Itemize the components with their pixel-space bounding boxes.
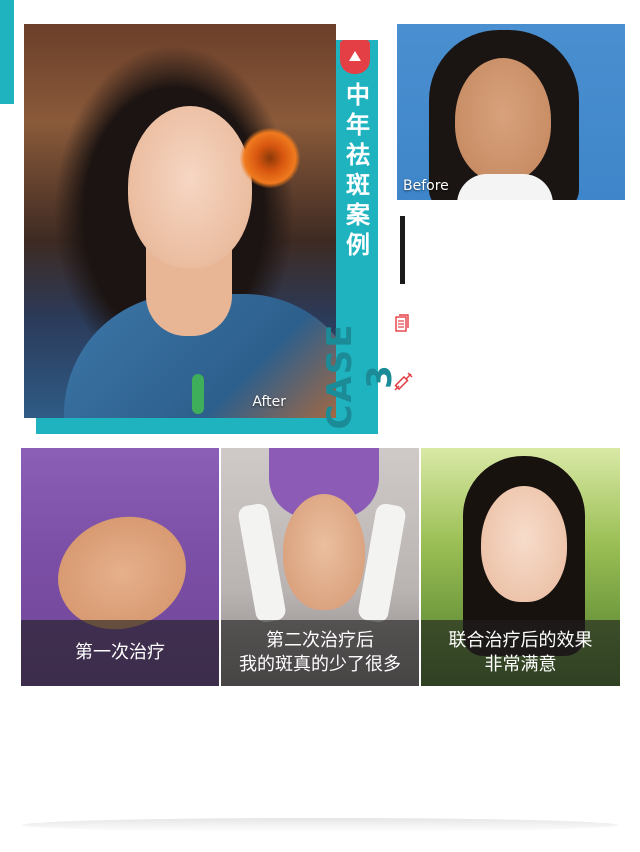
before-label: Before [403,178,449,194]
case-page: After 中年祛斑案例 CASE 3 Before 第一次治疗 第二次治疗后 … [0,0,640,852]
treatment-caption: 第二次治疗后 我的斑真的少了很多 [221,620,419,686]
flower-ornament [240,128,300,188]
shirt-shape [457,174,553,200]
after-photo: After [24,24,336,418]
document-icon [395,314,409,332]
jade-pendant [192,374,204,414]
caption-line: 第一次治疗 [75,642,165,663]
before-photo: Before [397,24,625,200]
treatment-caption: 联合治疗后的效果 非常满意 [421,620,620,686]
treatment-tile: 第二次治疗后 我的斑真的少了很多 [221,448,419,686]
vertical-divider [400,216,405,284]
caption-line: 联合治疗后的效果 [448,630,593,651]
face-shape [283,494,365,610]
face-shape [455,58,551,182]
cooling-pad [236,502,288,624]
syringe-icon [394,372,413,391]
corner-accent-strip [0,0,14,104]
treatment-caption: 第一次治疗 [21,620,219,686]
crown-badge-icon [340,40,370,74]
case-title-strip: 中年祛斑案例 CASE 3 [320,40,400,430]
face-shape [481,486,567,602]
caption-line: 非常满意 [484,654,557,675]
treatment-tile: 第一次治疗 [21,448,219,686]
case-title-vertical: 中年祛斑案例 [346,81,370,259]
treatment-tile: 联合治疗后的效果 非常满意 [421,448,620,686]
face-shape [128,106,252,268]
caption-line: 第二次治疗后 [266,630,374,651]
case-number: CASE 3 [320,322,400,430]
after-label: After [252,394,286,410]
bottom-shadow [22,818,618,832]
caption-line: 我的斑真的少了很多 [239,654,401,675]
